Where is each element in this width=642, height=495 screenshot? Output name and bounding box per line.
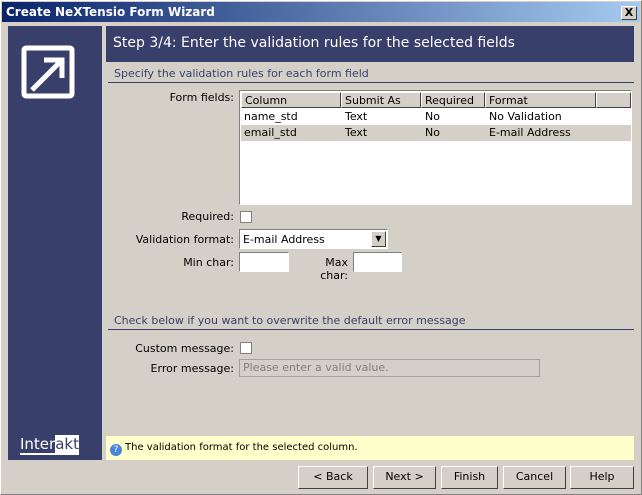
max-char-label: Max char: <box>320 256 348 282</box>
column-header-filler <box>596 92 631 108</box>
table-row-selected[interactable]: email_std Text No E-mail Address <box>241 125 631 141</box>
window-title: Create NeXTensio Form Wizard <box>6 5 215 19</box>
cell-column: email_std <box>244 126 297 139</box>
column-header-required[interactable]: Required <box>421 92 485 108</box>
finish-button[interactable]: Finish <box>441 466 498 489</box>
column-header-column[interactable]: Column <box>241 92 341 108</box>
table-row[interactable]: name_std Text No No Validation <box>241 109 631 125</box>
chevron-down-icon[interactable]: ▼ <box>371 231 386 247</box>
cell-column: name_std <box>244 110 298 123</box>
back-button[interactable]: < Back <box>298 466 368 489</box>
brand-left: Inter <box>20 435 56 453</box>
cell-submit-as: Text <box>345 110 368 123</box>
help-icon: ? <box>110 444 122 456</box>
cancel-button[interactable]: Cancel <box>503 466 566 489</box>
info-bar: ? The validation format for the selected … <box>106 436 634 460</box>
interakt-logo: Interakt <box>20 435 79 455</box>
next-button[interactable]: Next > <box>373 466 436 489</box>
section-error-message: Check below if you want to overwrite the… <box>108 314 634 330</box>
min-char-label: Min char: <box>183 256 234 269</box>
custom-message-label: Custom message: <box>135 342 234 355</box>
column-header-format[interactable]: Format <box>485 92 596 108</box>
cell-format: No Validation <box>489 110 562 123</box>
min-char-input[interactable] <box>239 252 289 272</box>
section-validation-rules: Specify the validation rules for each fo… <box>108 67 634 83</box>
column-header-submit-as[interactable]: Submit As <box>341 92 421 108</box>
required-checkbox[interactable] <box>240 211 252 223</box>
validation-format-value: E-mail Address <box>243 233 325 246</box>
help-button[interactable]: Help <box>570 466 634 489</box>
close-button[interactable]: X <box>621 6 637 20</box>
error-message-input[interactable]: Please enter a valid value. <box>239 359 540 377</box>
form-fields-table[interactable]: Column Submit As Required Format name_st… <box>239 90 632 205</box>
validation-format-select[interactable]: E-mail Address ▼ <box>239 229 388 249</box>
arrow-logo-icon <box>21 45 75 99</box>
cell-format: E-mail Address <box>489 126 571 139</box>
validation-format-label: Validation format: <box>135 233 234 246</box>
required-label: Required: <box>181 210 234 223</box>
cell-required: No <box>425 110 440 123</box>
error-message-label: Error message: <box>150 362 234 375</box>
step-header: Step 3/4: Enter the validation rules for… <box>106 26 634 62</box>
title-bar: Create NeXTensio Form Wizard X <box>2 2 640 22</box>
form-fields-label: Form fields: <box>169 91 234 104</box>
brand-right: akt <box>55 435 79 453</box>
info-text: The validation format for the selected c… <box>125 442 358 453</box>
custom-message-checkbox[interactable] <box>240 342 252 354</box>
sidebar: Interakt <box>8 26 102 460</box>
cell-required: No <box>425 126 440 139</box>
cell-submit-as: Text <box>345 126 368 139</box>
max-char-input[interactable] <box>353 252 402 272</box>
